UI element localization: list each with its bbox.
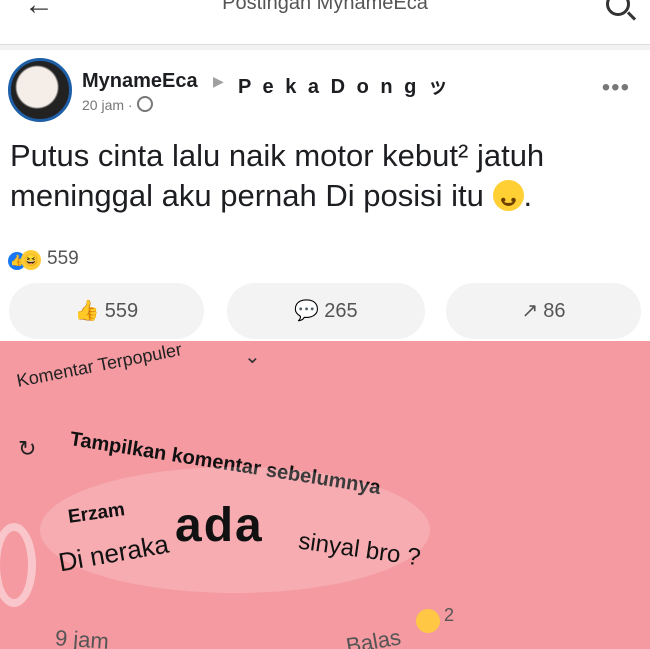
- chevron-down-icon[interactable]: ⌄: [244, 344, 261, 369]
- smile-emoji-icon: [492, 180, 524, 221]
- post-meta: 20 jam ·: [82, 96, 153, 113]
- group-name[interactable]: P e k a D o n g ッ: [238, 70, 451, 99]
- post-text: Putus cinta lalu naik motor kebut² jatuh…: [10, 136, 630, 221]
- post-message: Putus cinta lalu naik motor kebut² jatuh…: [10, 138, 545, 213]
- share-button[interactable]: ↗ 86: [446, 283, 641, 339]
- haha-reaction-icon: [416, 609, 440, 633]
- page-title: Postingan MynameEca: [222, 0, 428, 14]
- top-bar: ← Postingan MynameEca: [0, 0, 650, 45]
- comment-reaction-count: 2: [444, 605, 455, 625]
- comment-avatar-fragment: [0, 523, 36, 607]
- comment-sort[interactable]: Komentar Terpopuler: [15, 341, 184, 392]
- comments-section: Komentar Terpopuler ⌄ ↻ Tampilkan koment…: [0, 341, 650, 649]
- like-button[interactable]: 👍 559: [9, 283, 204, 339]
- comment-text-part-2: ada: [175, 499, 264, 552]
- share-count: 86: [543, 300, 566, 322]
- haha-reaction-icon: 😆: [21, 250, 41, 270]
- more-options-icon[interactable]: •••: [602, 74, 630, 102]
- post-arrow-icon: ▶: [213, 73, 224, 89]
- comment-icon: 💬: [294, 300, 320, 322]
- avatar[interactable]: [8, 58, 72, 122]
- reply-button[interactable]: Balas: [344, 624, 403, 649]
- post-card: MynameEca ▶ P e k a D o n g ッ 20 jam · •…: [0, 50, 650, 350]
- author-name[interactable]: MynameEca: [82, 70, 198, 93]
- refresh-icon: ↻: [18, 436, 37, 461]
- reaction-summary[interactable]: 👍😆 559: [8, 248, 79, 270]
- globe-icon: [136, 96, 153, 112]
- share-icon: ↗: [521, 300, 539, 322]
- like-icon: 👍: [74, 300, 100, 322]
- like-count: 559: [104, 300, 139, 322]
- reaction-count: 559: [47, 248, 79, 269]
- comment-count: 265: [324, 300, 358, 322]
- comment-button[interactable]: 💬 265: [227, 283, 425, 339]
- post-time: 20 jam ·: [82, 97, 133, 113]
- comment-time: 9 jam: [54, 625, 110, 649]
